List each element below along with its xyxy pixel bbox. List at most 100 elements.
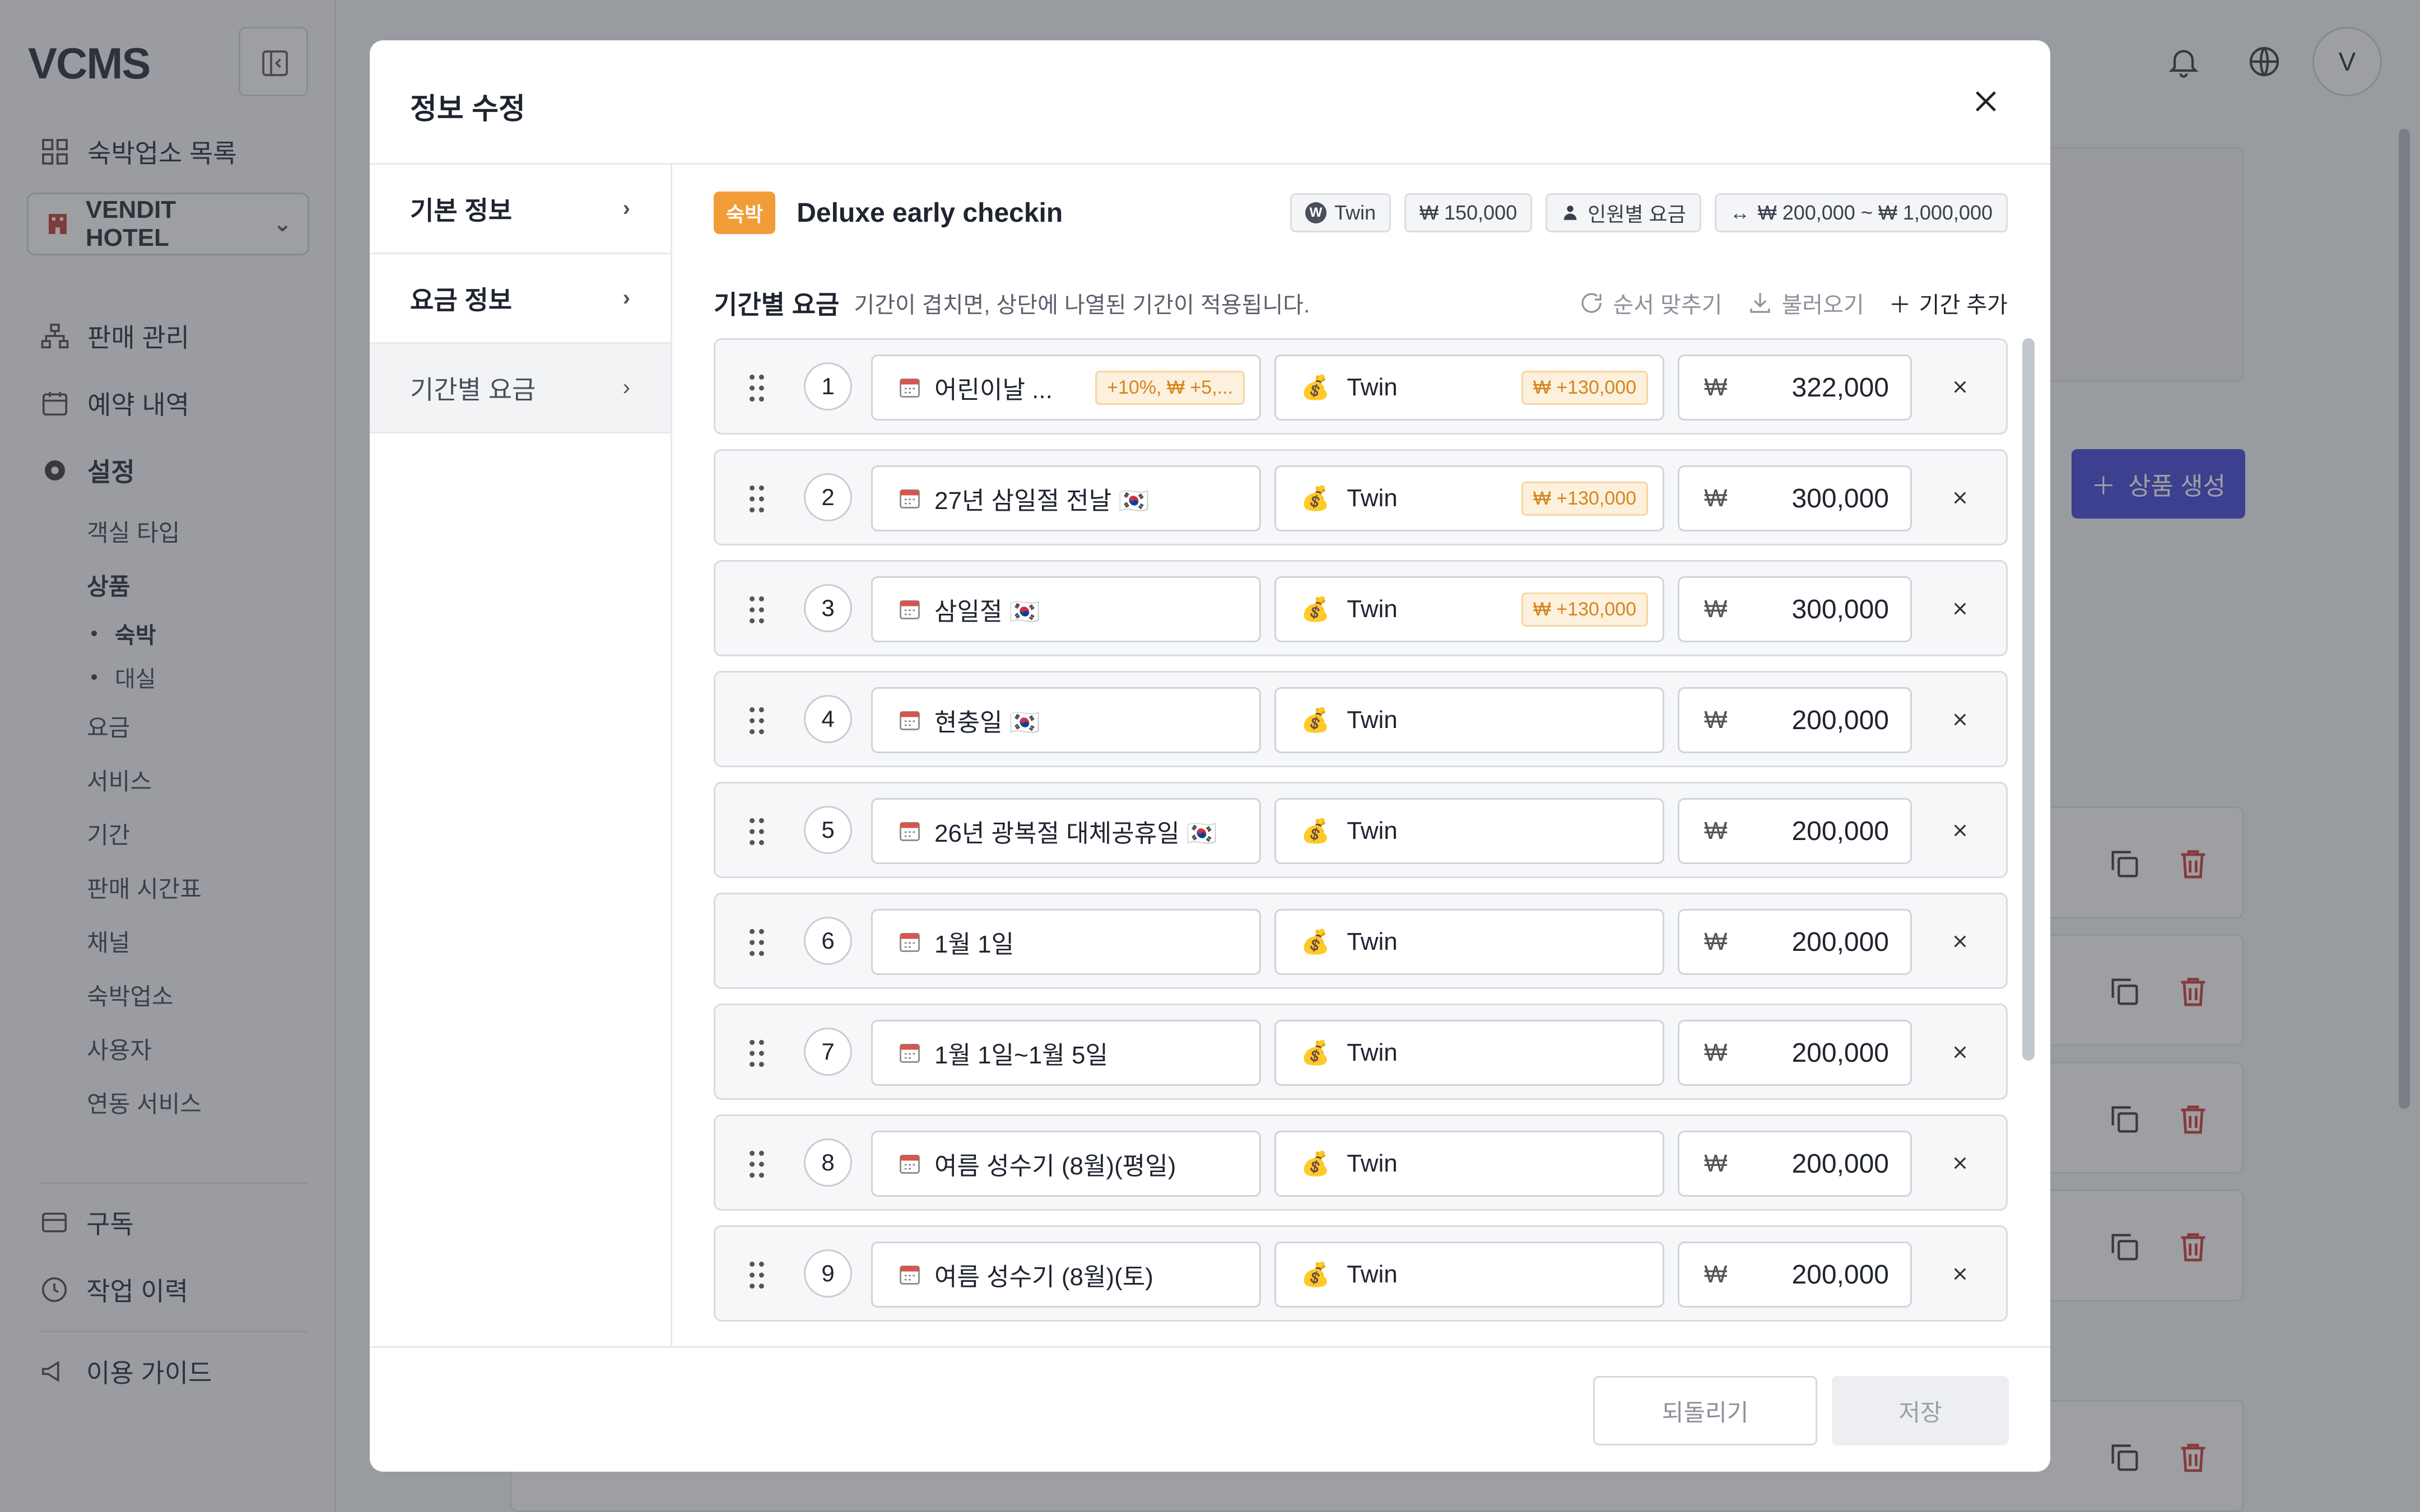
row-number: 2: [804, 473, 852, 521]
row-number: 5: [804, 806, 852, 854]
product-header: 숙박 Deluxe early checkin W Twin ₩ 150,000 …: [714, 192, 2008, 234]
drag-handle-icon[interactable]: [747, 1038, 767, 1069]
per-person-chip: 인원별 요금: [1546, 193, 1701, 232]
rate-select[interactable]: 💰 Twin ₩ +130,000: [1274, 465, 1664, 531]
price-value: 200,000: [1791, 816, 1889, 846]
rate-select[interactable]: 💰 Twin ₩ +130,000: [1274, 354, 1664, 421]
refresh-icon: [1581, 293, 1602, 313]
rate-name: Twin: [1347, 817, 1398, 844]
remove-row-button[interactable]: [1942, 480, 1978, 516]
period-select[interactable]: 27년 삼일절 전날 🇰🇷: [871, 465, 1261, 531]
period-select[interactable]: 삼일절 🇰🇷: [871, 576, 1261, 642]
person-icon: [1563, 206, 1577, 220]
rate-select[interactable]: 💰 Twin: [1274, 909, 1664, 975]
remove-row-button[interactable]: [1942, 591, 1978, 627]
rate-name: Twin: [1347, 1150, 1398, 1177]
remove-row-button[interactable]: [1942, 1145, 1978, 1181]
period-row: 2 27년 삼일절 전날 🇰🇷 💰 Twin ₩ +130,000 ₩300,000: [714, 449, 2008, 545]
price-input[interactable]: ₩200,000: [1678, 687, 1912, 753]
price-input[interactable]: ₩300,000: [1678, 465, 1912, 531]
tab-period-rates[interactable]: 기간별 요금 ›: [370, 344, 671, 433]
currency-symbol: ₩: [1704, 1261, 1728, 1288]
period-adjust-badge: +10%, ₩ +5,...: [1095, 370, 1245, 405]
drag-handle-icon[interactable]: [747, 1259, 767, 1291]
price-input[interactable]: ₩200,000: [1678, 1131, 1912, 1197]
row-number: 9: [804, 1249, 852, 1298]
period-name: 삼일절 🇰🇷: [934, 598, 1040, 626]
period-select[interactable]: 1월 1일: [871, 909, 1261, 975]
price-value: 300,000: [1791, 594, 1889, 624]
reorder-label: 순서 맞추기: [1613, 293, 1723, 318]
rate-name: Twin: [1347, 928, 1398, 955]
remove-row-button[interactable]: [1942, 1034, 1978, 1070]
period-row: 4 현충일 🇰🇷 💰 Twin ₩200,000: [714, 671, 2008, 767]
period-row: 1 어린이날 ... +10%, ₩ +5,... 💰 Twin ₩ +130,000 ₩3…: [714, 338, 2008, 435]
price-input[interactable]: ₩200,000: [1678, 798, 1912, 864]
drag-handle-icon[interactable]: [747, 483, 767, 515]
period-name: 1월 1일: [934, 931, 1014, 958]
add-period-button[interactable]: ＋ 기간 추가: [1889, 287, 2008, 319]
drag-handle-icon[interactable]: [747, 927, 767, 958]
period-select[interactable]: 여름 성수기 (8월)(토): [871, 1242, 1261, 1308]
drag-handle-icon[interactable]: [747, 705, 767, 736]
remove-row-button[interactable]: [1942, 369, 1978, 405]
price-input[interactable]: ₩322,000: [1678, 354, 1912, 421]
import-label: 불러오기: [1781, 293, 1864, 318]
money-bag-icon: 💰: [1301, 1150, 1330, 1177]
price-value: 322,000: [1791, 372, 1889, 403]
drag-handle-icon[interactable]: [747, 1149, 767, 1180]
price-value: 300,000: [1791, 483, 1889, 514]
rate-select[interactable]: 💰 Twin: [1274, 1020, 1664, 1086]
room-type-chip-label: Twin: [1334, 201, 1376, 224]
calendar-icon: [900, 932, 920, 952]
row-number: 1: [804, 362, 852, 410]
save-button[interactable]: 저장: [1832, 1376, 2009, 1445]
rate-select[interactable]: 💰 Twin ₩ +130,000: [1274, 576, 1664, 642]
rate-adjust-badge: ₩ +130,000: [1521, 481, 1648, 516]
price-input[interactable]: ₩200,000: [1678, 1020, 1912, 1086]
rate-name: Twin: [1347, 1261, 1398, 1288]
close-icon: [1954, 824, 1966, 837]
rate-select[interactable]: 💰 Twin: [1274, 1131, 1664, 1197]
tab-basic-info[interactable]: 기본 정보 ›: [370, 165, 671, 254]
section-description: 기간이 겹치면, 상단에 나열된 기간이 적용됩니다.: [854, 293, 1310, 318]
price-input[interactable]: ₩200,000: [1678, 909, 1912, 975]
period-name: 26년 광복절 대체공휴일 🇰🇷: [934, 820, 1217, 847]
drag-handle-icon[interactable]: [747, 594, 767, 626]
remove-row-button[interactable]: [1942, 813, 1978, 848]
drag-handle-icon[interactable]: [747, 372, 767, 404]
rate-select[interactable]: 💰 Twin: [1274, 798, 1664, 864]
close-icon: [1954, 1157, 1966, 1169]
drag-handle-icon[interactable]: [747, 816, 767, 847]
remove-row-button[interactable]: [1942, 1256, 1978, 1292]
price-range-label: ₩ 200,000 ~ ₩ 1,000,000: [1757, 201, 1993, 224]
per-person-chip-label: 인원별 요금: [1588, 203, 1686, 226]
row-number: 7: [804, 1028, 852, 1076]
tab-rate-info[interactable]: 요금 정보 ›: [370, 254, 671, 344]
tab-rate-info-label: 요금 정보: [410, 285, 513, 315]
close-button[interactable]: [1966, 82, 2005, 121]
remove-row-button[interactable]: [1942, 702, 1978, 738]
rate-select[interactable]: 💰 Twin: [1274, 1242, 1664, 1308]
calendar-icon: [900, 822, 920, 841]
revert-button[interactable]: 되돌리기: [1593, 1376, 1817, 1445]
period-select[interactable]: 어린이날 ... +10%, ₩ +5,...: [871, 354, 1261, 421]
reorder-button[interactable]: 순서 맞추기: [1578, 287, 1722, 319]
price-input[interactable]: ₩300,000: [1678, 576, 1912, 642]
period-select[interactable]: 1월 1일~1월 5일: [871, 1020, 1261, 1086]
price-input[interactable]: ₩200,000: [1678, 1242, 1912, 1308]
remove-row-button[interactable]: [1942, 923, 1978, 959]
rate-select[interactable]: 💰 Twin: [1274, 687, 1664, 753]
close-icon: [1954, 713, 1966, 726]
import-button[interactable]: 불러오기: [1747, 287, 1864, 319]
close-icon: [1954, 492, 1966, 504]
list-scrollbar[interactable]: [2022, 338, 2035, 1061]
period-select[interactable]: 26년 광복절 대체공휴일 🇰🇷: [871, 798, 1261, 864]
period-row: 5 26년 광복절 대체공휴일 🇰🇷 💰 Twin ₩200,000: [714, 782, 2008, 878]
period-select[interactable]: 여름 성수기 (8월)(평일): [871, 1131, 1261, 1197]
rate-name: Twin: [1347, 595, 1398, 623]
period-select[interactable]: 현충일 🇰🇷: [871, 687, 1261, 753]
price-value: 200,000: [1791, 1038, 1889, 1068]
calendar-icon: [900, 600, 920, 619]
chevron-right-icon: ›: [622, 196, 630, 221]
